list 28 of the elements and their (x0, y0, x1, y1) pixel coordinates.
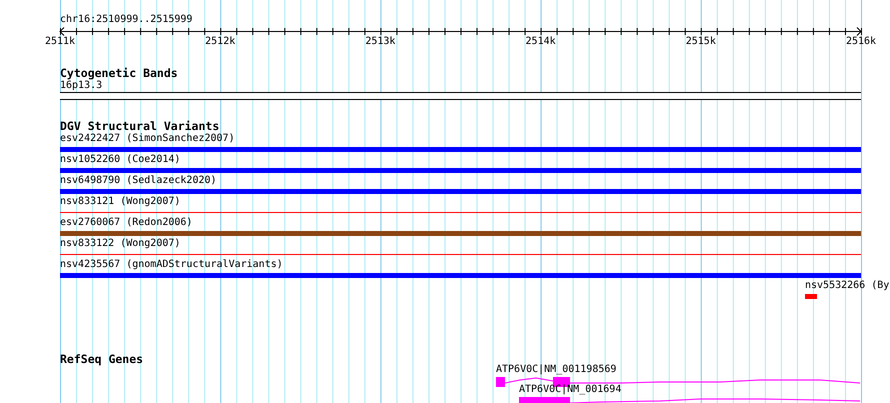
track-title: DGV Structural Variants (60, 120, 220, 133)
variant-label: nsv4235567 (gnomADStructuralVariants) (60, 259, 283, 271)
axis-tick-label: 2516k (846, 36, 876, 47)
variant-label: nsv1052260 (Coe2014) (60, 154, 180, 166)
axis-tick-label: 2511k (44, 36, 76, 47)
variant-bar[interactable] (60, 168, 861, 173)
variant-bar[interactable] (805, 294, 817, 299)
axis-tick-label: 2512k (205, 36, 236, 47)
variant-label: nsv5532266 (By (805, 280, 890, 292)
location-label: chr16:2510999..2515999 (60, 13, 194, 26)
variant-label: esv2760067 (Redon2006) (60, 217, 192, 229)
variant-bar[interactable] (60, 231, 861, 236)
band-label: 16p13.3 (60, 80, 102, 92)
variant-label: nsv833122 (Wong2007) (60, 238, 180, 250)
transcript-drawing[interactable] (519, 397, 860, 403)
variant-label: nsv833121 (Wong2007) (60, 196, 180, 208)
variant-bar[interactable] (60, 147, 861, 152)
variant-label: esv2422427 (SimonSanchez2007) (60, 133, 235, 145)
track-title: RefSeq Genes (60, 353, 144, 366)
variant-label: nsv6498790 (Sedlazeck2020) (60, 175, 217, 187)
axis-tick-label: 2514k (526, 36, 556, 47)
gene-label: ATP6V0C|NM_001198569 (496, 364, 616, 376)
track-title: Cytogenetic Bands (60, 67, 178, 80)
axis-tick-label: 2513k (365, 36, 396, 47)
variant-bar[interactable] (60, 189, 861, 194)
axis-tick-label: 2515k (686, 36, 716, 47)
variant-bar[interactable] (60, 273, 861, 278)
gene-label: ATP6V0C|NM_001694 (519, 384, 622, 396)
